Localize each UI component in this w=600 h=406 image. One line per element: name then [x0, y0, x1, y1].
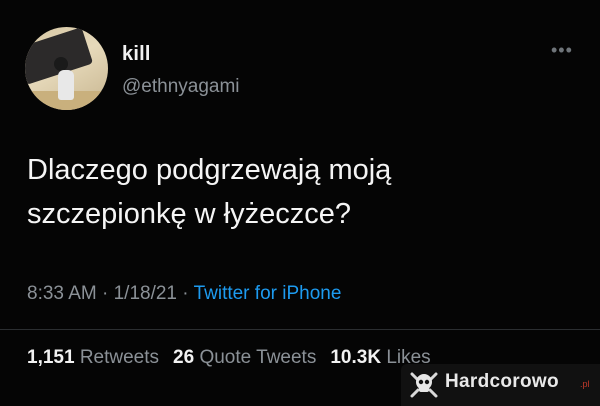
tweet-meta: 8:33 AM · 1/18/21 · Twitter for iPhone: [27, 283, 341, 305]
meta-separator: ·: [96, 283, 114, 304]
more-dots-icon[interactable]: •••: [551, 41, 573, 59]
watermark-domain: .pl: [580, 379, 590, 389]
watermark-brand: Hardcorowo: [445, 371, 559, 392]
tweet-text-line-2: szczepionkę w łyżeczce?: [27, 198, 351, 230]
quote-tweets-stat[interactable]: 26 Quote Tweets: [173, 347, 316, 368]
avatar-person-head: [54, 57, 68, 71]
meta-separator: ·: [177, 283, 194, 304]
divider: [0, 329, 600, 330]
tweet-stats: 1,151 Retweets 26 Quote Tweets 10.3K Likes: [27, 347, 431, 369]
tweet-text: Dlaczego podgrzewają moją szczepionkę w …: [27, 148, 567, 236]
tweet-time[interactable]: 8:33 AM: [27, 283, 97, 304]
display-name[interactable]: kill: [122, 43, 151, 66]
tweet-text-line-1: Dlaczego podgrzewają moją: [27, 154, 392, 186]
likes-count: 10.3K: [330, 347, 382, 368]
quote-tweets-count: 26: [173, 347, 195, 368]
tweet-date[interactable]: 1/18/21: [114, 283, 177, 304]
tweet-source-link[interactable]: Twitter for iPhone: [194, 283, 342, 304]
avatar-person-body: [58, 70, 74, 100]
retweets-label: Retweets: [79, 347, 160, 368]
user-handle[interactable]: @ethnyagami: [122, 76, 240, 98]
retweets-count: 1,151: [27, 347, 75, 368]
skull-icon: [410, 372, 438, 398]
tweet-card: kill @ethnyagami ••• Dlaczego podgrzewaj…: [0, 0, 600, 406]
avatar[interactable]: [25, 27, 108, 110]
retweets-stat[interactable]: 1,151 Retweets: [27, 347, 159, 368]
quote-tweets-label: Quote Tweets: [199, 347, 317, 368]
